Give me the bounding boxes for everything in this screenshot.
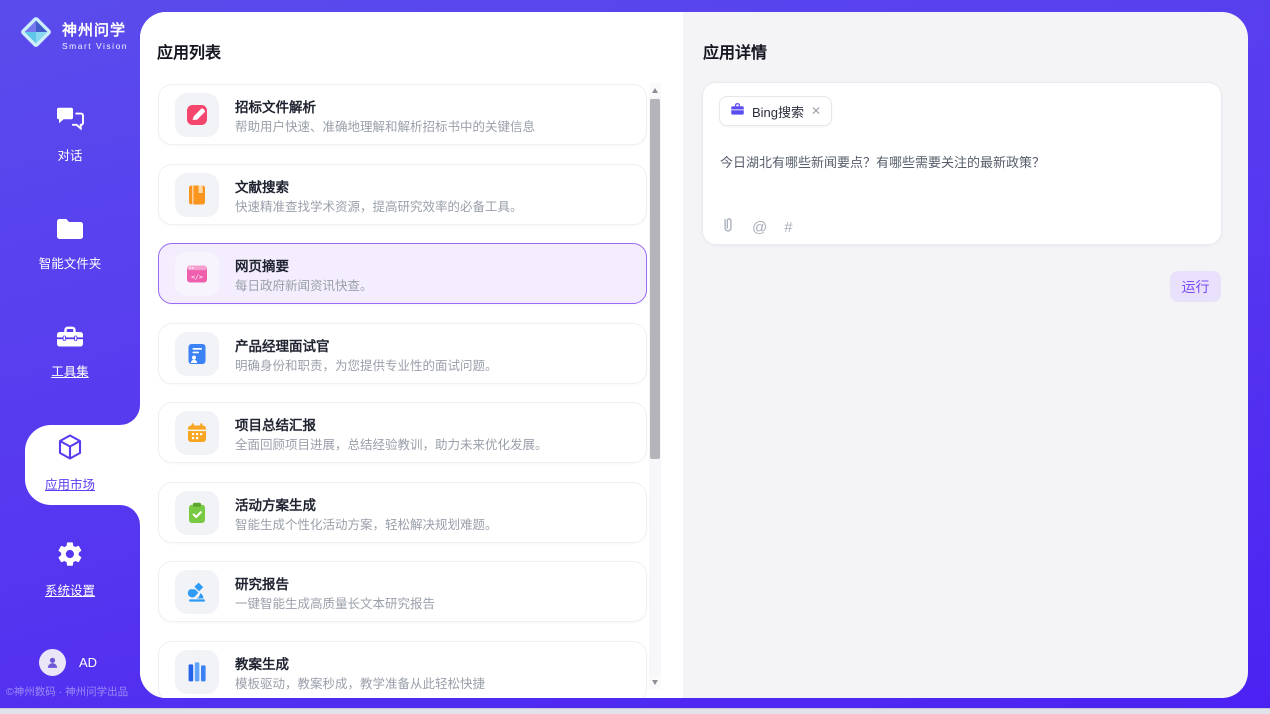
app-card[interactable]: 文献搜索 快速精准查找学术资源，提高研究效率的必备工具。 bbox=[158, 164, 647, 225]
app-card-title: 产品经理面试官 bbox=[235, 335, 330, 355]
sidebar-item-label: 对话 bbox=[57, 145, 82, 164]
svg-text:</>: </> bbox=[191, 273, 203, 281]
app-card-description: 快速精准查找学术资源，提高研究效率的必备工具。 bbox=[235, 196, 523, 215]
sidebar-item-chat[interactable]: 对话 bbox=[0, 106, 140, 164]
app-card-title: 招标文件解析 bbox=[235, 96, 316, 116]
attachment-toolbar: @ # bbox=[721, 216, 793, 238]
browser-code-icon: </> bbox=[175, 252, 219, 296]
app-detail-title: 应用详情 bbox=[703, 39, 767, 63]
hash-icon[interactable]: # bbox=[784, 219, 792, 236]
copyright-footer: ©神州数码 · 神州问学出品 bbox=[6, 684, 128, 699]
app-list-scrollbar[interactable] bbox=[649, 83, 661, 689]
app-card[interactable]: 教案生成 模板驱动，教案秒成，教学准备从此轻松快捷 bbox=[158, 641, 647, 698]
brand-subtitle: Smart Vision bbox=[62, 41, 128, 51]
brand: 神州问学 Smart Vision bbox=[18, 14, 128, 55]
triangle-down-icon bbox=[652, 680, 658, 685]
app-card-title: 网页摘要 bbox=[235, 255, 289, 275]
bottom-edge-strip bbox=[0, 708, 1270, 714]
sidebar-item-app-market[interactable]: 应用市场 bbox=[0, 432, 140, 493]
folder-icon bbox=[55, 217, 85, 246]
app-card-description: 明确身份和职责，为您提供专业性的面试问题。 bbox=[235, 355, 498, 374]
clipboard-check-icon bbox=[175, 491, 219, 535]
run-button[interactable]: 运行 bbox=[1170, 271, 1221, 302]
brand-name: 神州问学 bbox=[62, 19, 128, 40]
scrollbar-thumb[interactable] bbox=[650, 99, 660, 459]
app-card[interactable]: 招标文件解析 帮助用户快速、准确地理解和解析招标书中的关键信息 bbox=[158, 84, 647, 145]
app-list-panel: 应用列表 招标文件解析 帮助用户快速、准确地理解和解析招标书中的关键信息 文献搜… bbox=[140, 12, 683, 698]
user-initials: AD bbox=[79, 655, 97, 670]
sidebar-item-settings[interactable]: 系统设置 bbox=[0, 540, 140, 599]
close-icon[interactable]: ✕ bbox=[811, 105, 821, 117]
tool-tag-bing-search[interactable]: Bing搜索 ✕ bbox=[719, 96, 832, 126]
app-card[interactable]: 产品经理面试官 明确身份和职责，为您提供专业性的面试问题。 bbox=[158, 323, 647, 384]
briefcase-icon bbox=[730, 102, 745, 121]
sidebar-item-label: 工具集 bbox=[51, 361, 89, 380]
calendar-icon bbox=[175, 411, 219, 455]
microscope-icon bbox=[175, 570, 219, 614]
app-list-title: 应用列表 bbox=[157, 39, 221, 63]
toolbox-icon bbox=[55, 324, 85, 354]
scroll-down-button[interactable] bbox=[649, 675, 661, 689]
sidebar-item-label: 应用市场 bbox=[45, 474, 95, 493]
at-icon[interactable]: @ bbox=[752, 219, 767, 236]
app-card[interactable]: 活动方案生成 智能生成个性化活动方案，轻松解决规划难题。 bbox=[158, 482, 647, 543]
pen-square-icon bbox=[175, 93, 219, 137]
sidebar-item-label: 系统设置 bbox=[45, 580, 95, 599]
avatar[interactable] bbox=[39, 649, 66, 676]
app-card-title: 活动方案生成 bbox=[235, 494, 316, 514]
gear-icon bbox=[56, 540, 84, 573]
cube-icon bbox=[55, 432, 85, 467]
app-card[interactable]: </> 网页摘要 每日政府新闻资讯快查。 bbox=[158, 243, 647, 304]
scroll-up-button[interactable] bbox=[649, 83, 661, 97]
app-card-description: 智能生成个性化活动方案，轻松解决规划难题。 bbox=[235, 514, 498, 533]
books-icon bbox=[175, 650, 219, 694]
sidebar-item-toolset[interactable]: 工具集 bbox=[0, 324, 140, 380]
book-icon bbox=[175, 173, 219, 217]
brand-logo-icon bbox=[18, 14, 54, 55]
app-card-description: 全面回顾项目进展，总结经验教训，助力未来优化发展。 bbox=[235, 434, 548, 453]
app-card-title: 项目总结汇报 bbox=[235, 414, 316, 434]
app-card-title: 研究报告 bbox=[235, 573, 289, 593]
chat-icon bbox=[55, 106, 85, 138]
app-card[interactable]: 研究报告 一键智能生成高质量长文本研究报告 bbox=[158, 561, 647, 622]
app-card-title: 教案生成 bbox=[235, 653, 289, 673]
sidebar-item-label: 智能文件夹 bbox=[39, 253, 102, 272]
app-card-title: 文献搜索 bbox=[235, 176, 289, 196]
tool-tag-label: Bing搜索 bbox=[752, 102, 804, 121]
query-card: Bing搜索 ✕ 今日湖北有哪些新闻要点？有哪些需要关注的最新政策？ @ # bbox=[702, 82, 1222, 245]
user-account[interactable]: AD bbox=[39, 649, 97, 676]
paperclip-icon[interactable] bbox=[721, 216, 735, 238]
triangle-up-icon bbox=[652, 88, 658, 93]
app-card-description: 帮助用户快速、准确地理解和解析招标书中的关键信息 bbox=[235, 116, 535, 135]
app-card-description: 一键智能生成高质量长文本研究报告 bbox=[235, 593, 435, 612]
app-card-description: 每日政府新闻资讯快查。 bbox=[235, 275, 373, 294]
main-content: 应用列表 招标文件解析 帮助用户快速、准确地理解和解析招标书中的关键信息 文献搜… bbox=[140, 12, 1248, 698]
app-card[interactable]: 项目总结汇报 全面回顾项目进展，总结经验教训，助力未来优化发展。 bbox=[158, 402, 647, 463]
sidebar: 神州问学 Smart Vision 对话 智能文件夹 bbox=[0, 0, 140, 714]
app-card-description: 模板驱动，教案秒成，教学准备从此轻松快捷 bbox=[235, 673, 485, 692]
query-input[interactable]: 今日湖北有哪些新闻要点？有哪些需要关注的最新政策？ bbox=[720, 152, 1200, 171]
interview-doc-icon bbox=[175, 332, 219, 376]
sidebar-item-smart-folder[interactable]: 智能文件夹 bbox=[0, 217, 140, 272]
person-icon bbox=[45, 655, 60, 670]
